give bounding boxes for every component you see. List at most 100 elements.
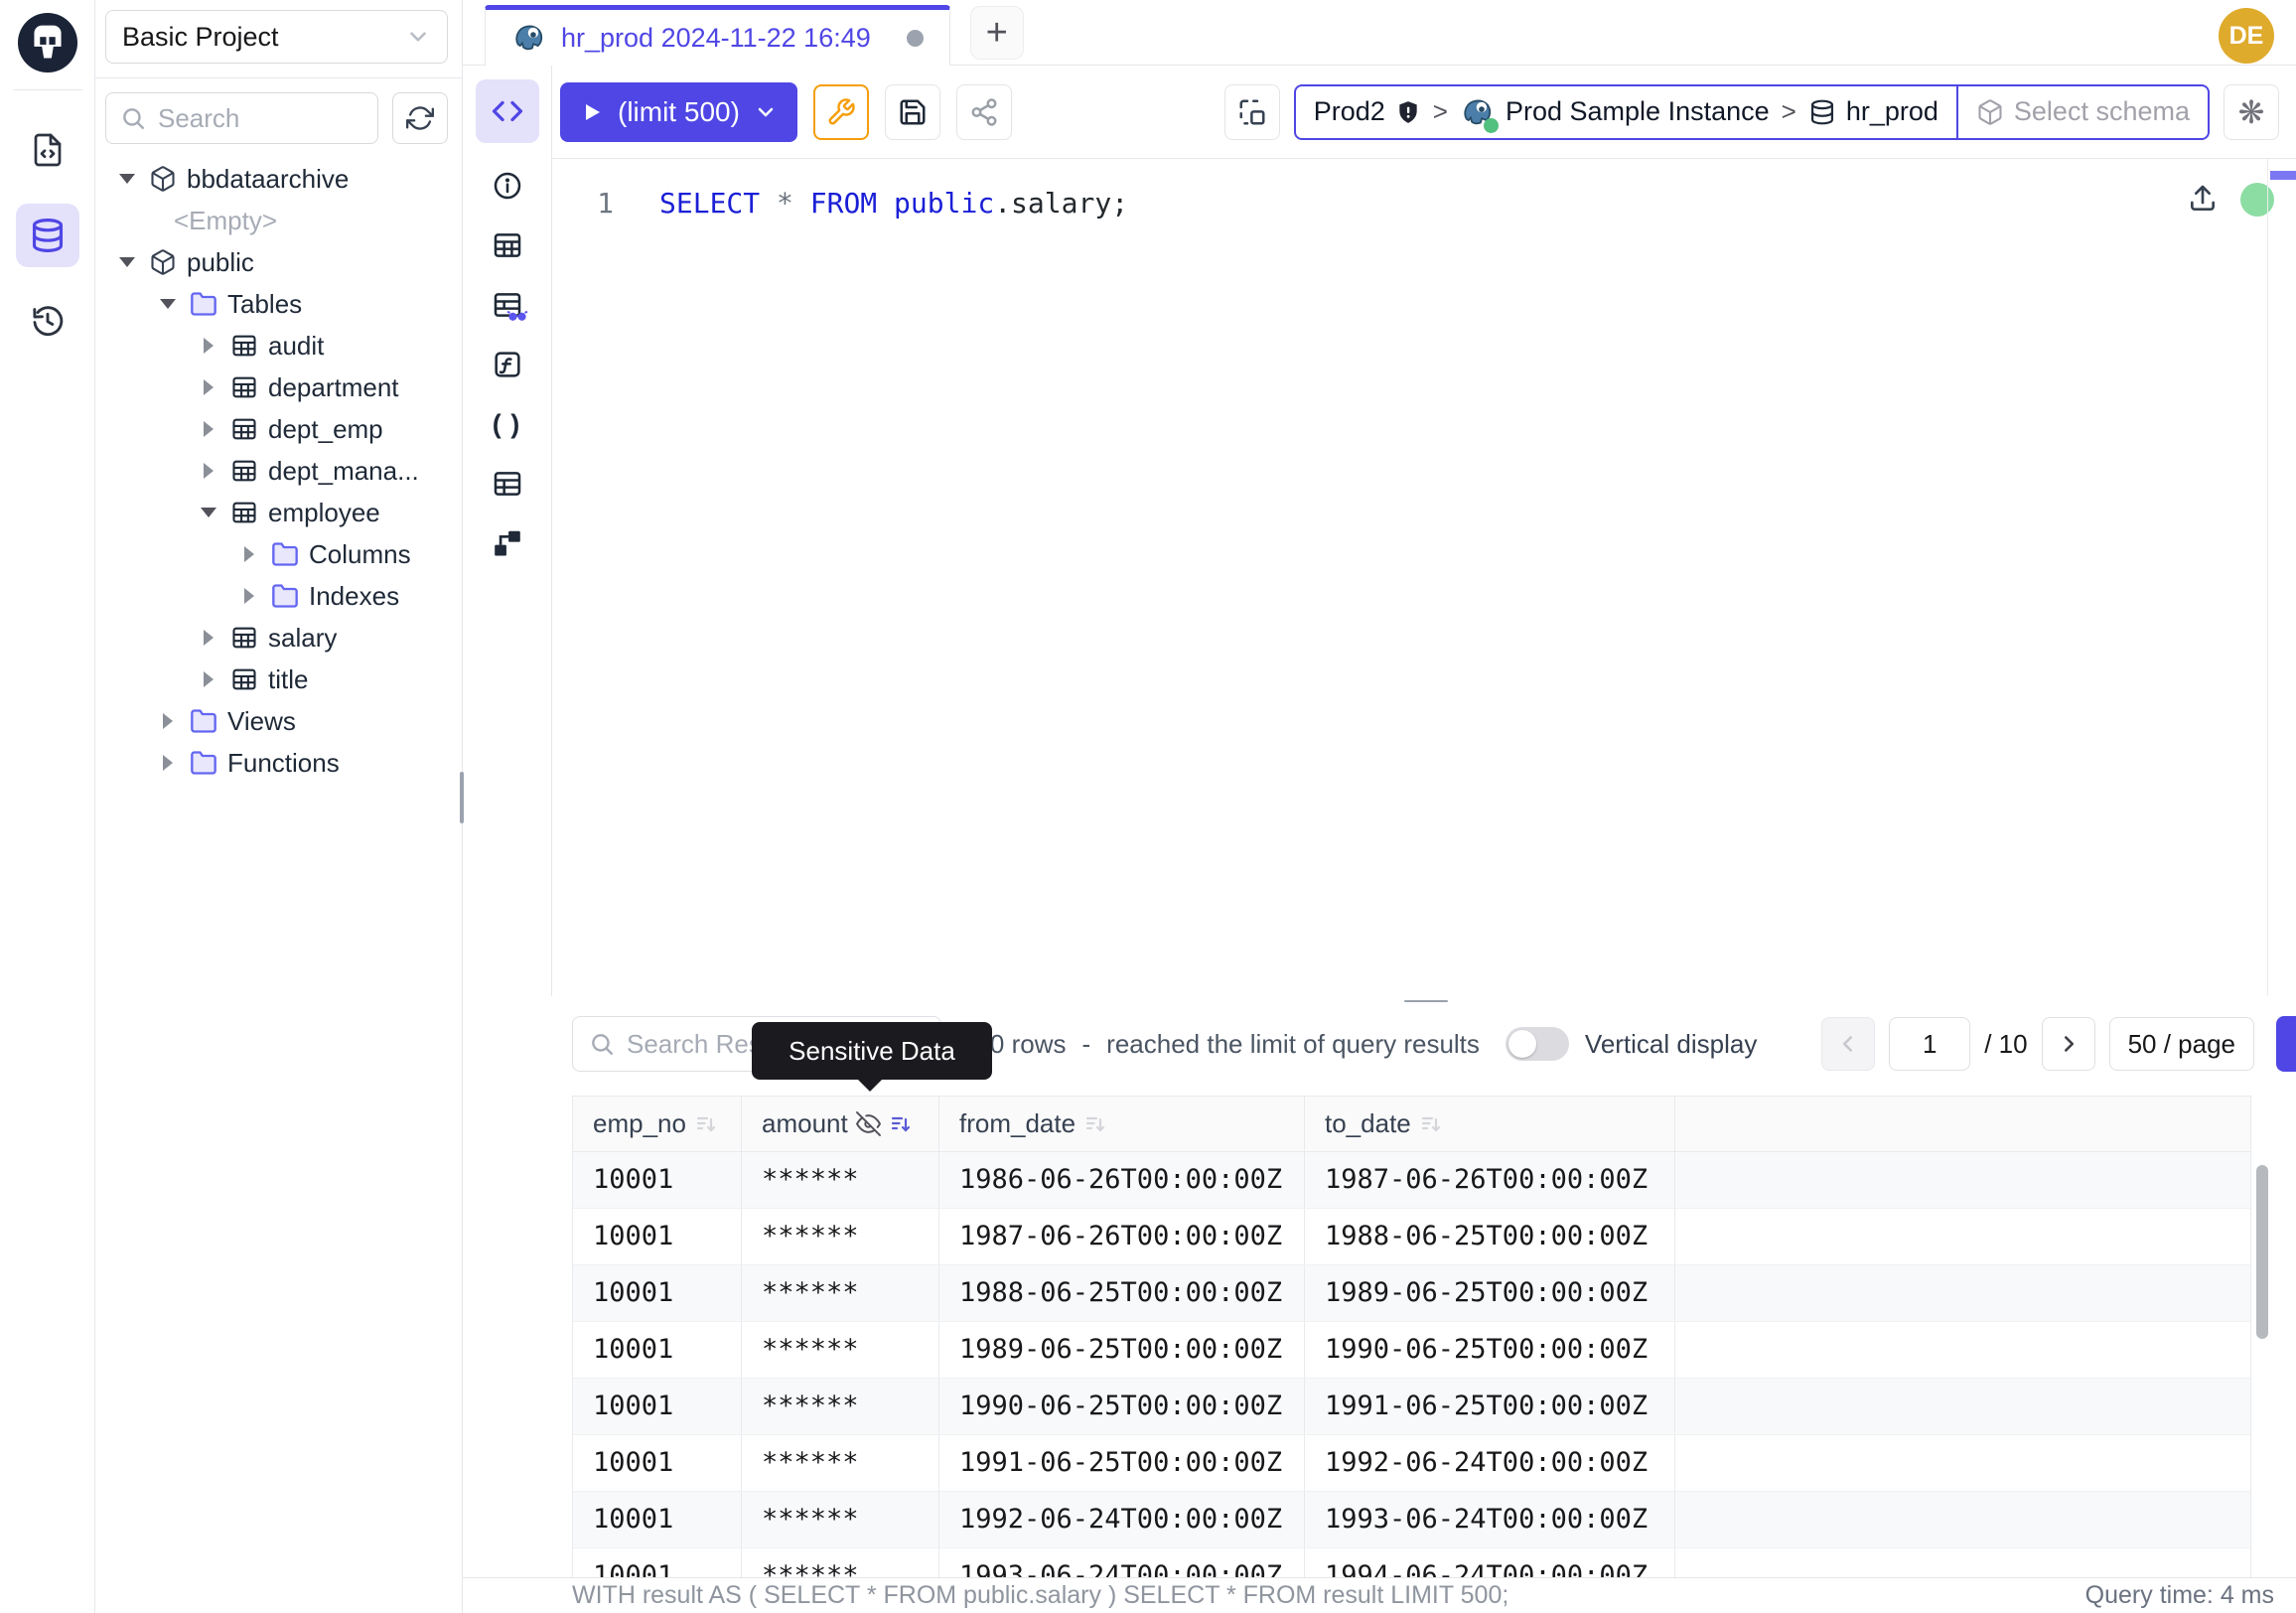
page-number-input[interactable]: 1 [1889,1017,1970,1071]
cell-emp-no[interactable]: 10001 [573,1209,742,1264]
tree-expand-arrow[interactable] [199,659,218,700]
cell-amount-masked[interactable]: ****** [742,1209,939,1264]
tree-expand-arrow[interactable] [199,408,218,450]
cell-emp-no[interactable]: 10001 [573,1435,742,1491]
results-scrollbar-thumb[interactable] [2256,1165,2268,1339]
tree-expand-arrow[interactable] [199,367,218,408]
cell-amount-masked[interactable]: ****** [742,1379,939,1434]
cell-emp-no[interactable]: 10001 [573,1152,742,1208]
cell-from-date[interactable]: 1990-06-25T00:00:00Z [939,1379,1305,1434]
tree-expand-arrow[interactable] [239,575,259,617]
cell-emp-no[interactable]: 10001 [573,1322,742,1378]
cell-from-date[interactable]: 1991-06-25T00:00:00Z [939,1435,1305,1491]
cell-emp-no[interactable]: 10001 [573,1265,742,1321]
table-row[interactable]: 10001 ****** 1989-06-25T00:00:00Z 1990-0… [573,1321,2250,1378]
external-tables-panel-button[interactable] [491,467,524,501]
column-header-amount[interactable]: amount [742,1097,939,1151]
table-row[interactable]: 10001 ****** 1992-06-24T00:00:00Z 1993-0… [573,1491,2250,1547]
sort-icon[interactable] [694,1112,718,1136]
tree-item[interactable]: title [95,659,462,700]
sort-icon[interactable] [1419,1112,1443,1136]
run-query-button[interactable]: (limit 500) [560,82,797,142]
cell-to-date[interactable]: 1993-06-24T00:00:00Z [1305,1492,1675,1547]
database-nav-button[interactable] [16,204,79,267]
table-row[interactable]: 10001 ****** 1991-06-25T00:00:00Z 1992-0… [573,1434,2250,1491]
sidebar-resize-handle[interactable] [460,772,464,823]
cell-emp-no[interactable]: 10001 [573,1379,742,1434]
upload-sheet-icon[interactable] [2187,183,2219,215]
cell-emp-no[interactable]: 10001 [573,1492,742,1547]
cell-from-date[interactable]: 1992-06-24T00:00:00Z [939,1492,1305,1547]
table-row[interactable]: 10001 ****** 1988-06-25T00:00:00Z 1989-0… [573,1264,2250,1321]
vertical-display-toggle[interactable] [1506,1027,1569,1061]
tree-expand-arrow[interactable] [199,450,218,492]
tree-item[interactable]: Indexes [95,575,462,617]
sql-code-line[interactable]: 1 SELECT * FROM public.salary; [552,159,2296,226]
functions-panel-button[interactable] [491,348,524,381]
bytebase-logo-icon[interactable] [17,12,78,73]
prev-page-button[interactable] [1821,1017,1875,1071]
cell-to-date[interactable]: 1987-06-26T00:00:00Z [1305,1152,1675,1208]
tree-item[interactable]: department [95,367,462,408]
column-header-from-date[interactable]: from_date [939,1097,1305,1151]
eye-off-masked-icon[interactable] [856,1111,881,1136]
next-page-button[interactable] [2042,1017,2095,1071]
refresh-schema-button[interactable] [392,92,448,144]
tree-item[interactable]: Tables [95,283,462,325]
masked-data-panel-button[interactable] [491,288,524,322]
sidebar-search[interactable] [105,92,378,144]
tree-expand-arrow[interactable] [158,700,178,742]
cell-from-date[interactable]: 1987-06-26T00:00:00Z [939,1209,1305,1264]
new-tab-button[interactable]: + [970,6,1024,60]
share-sheet-button[interactable] [956,84,1012,140]
table-row[interactable]: 10001 ****** 1990-06-25T00:00:00Z 1991-0… [573,1378,2250,1434]
table-row[interactable]: 10001 ****** 1993-06-24T00:00:00Z 1994-0… [573,1547,2250,1577]
history-nav-button[interactable] [16,289,79,353]
tree-expand-arrow[interactable] [158,283,178,325]
tree-expand-arrow[interactable] [154,200,174,241]
cell-amount-masked[interactable]: ****** [742,1492,939,1547]
cell-from-date[interactable]: 1986-06-26T00:00:00Z [939,1152,1305,1208]
schema-diagram-button[interactable] [491,526,524,560]
tree-item[interactable]: salary [95,617,462,659]
connection-context-button[interactable]: Prod2 > Prod Sample Instance [1294,84,1958,140]
batch-query-button[interactable] [1224,84,1280,140]
tree-item[interactable]: bbdataarchive [95,158,462,200]
table-row[interactable]: 10001 ****** 1987-06-26T00:00:00Z 1988-0… [573,1208,2250,1264]
export-results-button[interactable] [2276,1016,2296,1072]
tree-item[interactable]: Columns [95,533,462,575]
tree-expand-arrow[interactable] [239,533,259,575]
sidebar-search-input[interactable] [156,102,363,135]
tree-expand-arrow[interactable] [117,158,137,200]
sort-icon[interactable] [889,1112,913,1136]
format-sql-button[interactable] [813,84,869,140]
table-row[interactable]: 10001 ****** 1986-06-26T00:00:00Z 1987-0… [573,1152,2250,1208]
sort-icon[interactable] [1083,1112,1107,1136]
cell-to-date[interactable]: 1988-06-25T00:00:00Z [1305,1209,1675,1264]
cell-amount-masked[interactable]: ****** [742,1322,939,1378]
tree-expand-arrow[interactable] [117,241,137,283]
tables-panel-button[interactable] [491,228,524,262]
cell-to-date[interactable]: 1994-06-24T00:00:00Z [1305,1548,1675,1577]
tree-item[interactable]: dept_mana... [95,450,462,492]
save-sheet-button[interactable] [885,84,940,140]
tree-expand-arrow[interactable] [199,617,218,659]
panel-resize-grip[interactable] [1404,996,1448,1006]
ai-assistant-button[interactable]: ❋ [2224,84,2279,140]
procedures-panel-button[interactable]: ( ) [491,407,524,441]
tree-item[interactable]: <Empty> [95,200,462,241]
cell-to-date[interactable]: 1991-06-25T00:00:00Z [1305,1379,1675,1434]
cell-from-date[interactable]: 1993-06-24T00:00:00Z [939,1548,1305,1577]
select-schema-button[interactable]: Select schema [1956,84,2210,140]
tree-expand-arrow[interactable] [158,742,178,784]
tree-item[interactable]: public [95,241,462,283]
project-select[interactable]: Basic Project [105,10,448,64]
cell-to-date[interactable]: 1992-06-24T00:00:00Z [1305,1435,1675,1491]
user-avatar[interactable]: DE [2219,8,2274,64]
cell-amount-masked[interactable]: ****** [742,1265,939,1321]
tree-item[interactable]: Functions [95,742,462,784]
run-options-chevron-icon[interactable] [754,100,778,124]
tree-expand-arrow[interactable] [199,492,218,533]
cell-amount-masked[interactable]: ****** [742,1548,939,1577]
cell-to-date[interactable]: 1990-06-25T00:00:00Z [1305,1322,1675,1378]
